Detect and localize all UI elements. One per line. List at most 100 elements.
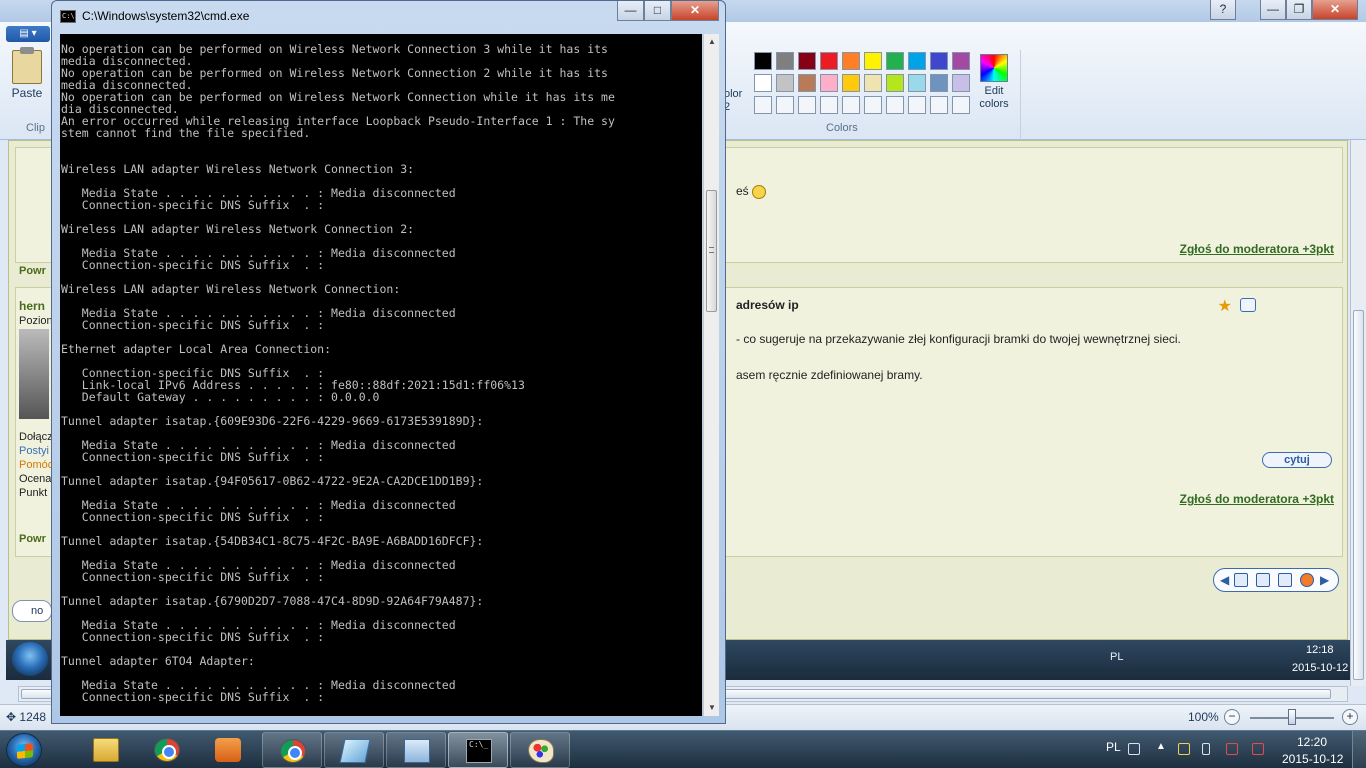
cmd-app-icon[interactable]: C:\ — [60, 10, 76, 23]
cmd-window: C:\ C:\Windows\system32\cmd.exe — □ ✕ No… — [51, 0, 726, 724]
back-link-2[interactable]: Powr — [19, 533, 46, 545]
zoom-out-button[interactable]: − — [1224, 709, 1240, 725]
report-moderator-link-1[interactable]: Zgłoś do moderatora +3pkt — [1180, 242, 1334, 256]
cmd-close-button[interactable]: ✕ — [671, 1, 719, 21]
forum-status-button[interactable]: no — [12, 600, 52, 622]
paint-close-button[interactable]: ✕ — [1312, 0, 1358, 20]
clock-date[interactable]: 2015-10-12 — [1282, 752, 1343, 766]
show-hidden-icons-icon[interactable]: ▲ — [1156, 741, 1166, 752]
color-swatch[interactable] — [952, 52, 970, 70]
scroll-up-arrow-icon[interactable]: ▲ — [704, 34, 720, 50]
tray-language[interactable]: PL — [1106, 740, 1121, 754]
user-points-label: Punkt — [19, 487, 48, 499]
color2-label[interactable]: olor 2 — [724, 88, 742, 114]
color-swatch[interactable] — [820, 96, 838, 114]
edit-colors-button[interactable]: Edit colors — [976, 52, 1012, 111]
color-swatch[interactable] — [952, 96, 970, 114]
color-swatch[interactable] — [952, 74, 970, 92]
cmd-minimize-button[interactable]: — — [617, 1, 644, 21]
cmd-titlebar[interactable]: C:\ C:\Windows\system32\cmd.exe — □ ✕ — [52, 1, 725, 31]
cmd-output-line: Tunnel adapter isatap.{94F05617-0B62-472… — [61, 474, 484, 488]
scroll-down-arrow-icon[interactable]: ▼ — [704, 700, 720, 716]
back-link-1[interactable]: Powr — [19, 265, 46, 277]
taskbar-remote-desktop[interactable] — [386, 732, 446, 768]
taskbar-media-player[interactable] — [198, 732, 258, 768]
color-swatch[interactable] — [886, 74, 904, 92]
quote-icon[interactable] — [1240, 298, 1256, 312]
color-swatch[interactable] — [842, 52, 860, 70]
color-swatch[interactable] — [798, 52, 816, 70]
print-icon[interactable] — [1256, 573, 1270, 587]
clock-time[interactable]: 12:20 — [1297, 735, 1327, 749]
info-icon[interactable] — [1278, 573, 1292, 587]
start-button[interactable] — [6, 733, 42, 767]
keyboard-icon[interactable] — [1128, 743, 1140, 755]
color-swatch[interactable] — [798, 74, 816, 92]
color-swatch[interactable] — [930, 74, 948, 92]
color-swatch[interactable] — [908, 52, 926, 70]
show-desktop-button[interactable] — [1352, 731, 1366, 768]
mail-icon[interactable] — [1234, 573, 1248, 587]
report-moderator-link-2[interactable]: Zgłoś do moderatora +3pkt — [1180, 492, 1334, 506]
volume-muted-icon[interactable] — [1252, 743, 1264, 755]
paint-minimize-button[interactable]: — — [1260, 0, 1286, 20]
battery-icon[interactable] — [1202, 743, 1210, 755]
minimize-icon: — — [1267, 2, 1279, 16]
taskbar-paint[interactable] — [510, 732, 570, 768]
color-swatch[interactable] — [754, 74, 772, 92]
cmd-scroll-thumb[interactable] — [706, 190, 717, 312]
taskbar-cmd[interactable]: C:\_ — [448, 732, 508, 768]
color-swatch[interactable] — [754, 52, 772, 70]
color-swatch[interactable] — [776, 74, 794, 92]
cmd-vertical-scrollbar[interactable]: ▲ ▼ — [703, 34, 719, 716]
quote-button[interactable]: cytuj — [1262, 452, 1332, 468]
zoom-in-button[interactable]: + — [1342, 709, 1358, 725]
color-swatch[interactable] — [908, 96, 926, 114]
star-icon: ★ — [1217, 298, 1232, 315]
color-swatch[interactable] — [908, 74, 926, 92]
cmd-console[interactable]: No operation can be performed on Wireles… — [60, 34, 702, 716]
color-swatch[interactable] — [886, 52, 904, 70]
taskbar-chrome-pinned[interactable] — [137, 732, 197, 768]
color-swatch[interactable] — [930, 96, 948, 114]
paint-maximize-button[interactable]: ❐ — [1286, 0, 1312, 20]
paint-vertical-scrollbar[interactable] — [1350, 140, 1366, 686]
prev-arrow-icon[interactable]: ◀ — [1220, 573, 1234, 587]
taskbar-chrome-window[interactable] — [262, 732, 322, 768]
next-arrow-icon[interactable]: ▶ — [1320, 573, 1334, 587]
color-swatch[interactable] — [930, 52, 948, 70]
color-swatch[interactable] — [820, 52, 838, 70]
cmd-maximize-button[interactable]: □ — [644, 1, 671, 21]
color-swatch[interactable] — [864, 74, 882, 92]
color-swatch[interactable] — [820, 74, 838, 92]
color-swatch[interactable] — [864, 96, 882, 114]
cmd-output-line: Connection-specific DNS Suffix . : — [61, 450, 325, 464]
paint-help-button[interactable]: ? — [1210, 0, 1236, 20]
cmd-output-line: Wireless LAN adapter Wireless Network Co… — [61, 222, 415, 236]
cmd-output-line: Wireless LAN adapter Wireless Network Co… — [61, 282, 401, 296]
paint-file-menu-button[interactable]: ▤ ▾ — [6, 26, 50, 42]
taskbar-notepad[interactable] — [324, 732, 384, 768]
target-icon[interactable] — [1300, 573, 1314, 587]
move-icon: ✥ — [6, 710, 17, 724]
clipboard-icon — [12, 47, 42, 84]
color-swatch[interactable] — [776, 96, 794, 114]
color-swatch[interactable] — [886, 96, 904, 114]
color-swatch[interactable] — [776, 52, 794, 70]
color-swatch[interactable] — [798, 96, 816, 114]
color-swatch[interactable] — [864, 52, 882, 70]
network-disconnected-icon[interactable] — [1226, 743, 1238, 755]
color-swatch[interactable] — [842, 96, 860, 114]
taskbar-explorer[interactable] — [76, 732, 136, 768]
color-swatch[interactable] — [754, 96, 772, 114]
zoom-level: 100% — [1188, 710, 1219, 724]
post-text-fragment: eś — [736, 184, 767, 199]
cmd-output-line: Tunnel adapter 6TO4 Adapter: — [61, 654, 255, 668]
action-center-flag-icon[interactable] — [1178, 743, 1190, 755]
color-swatch[interactable] — [842, 74, 860, 92]
zoom-slider-thumb[interactable] — [1288, 709, 1296, 725]
cmd-window-title: C:\Windows\system32\cmd.exe — [82, 9, 250, 23]
paint-vertical-scroll-thumb[interactable] — [1353, 310, 1364, 680]
paste-button[interactable]: Paste — [6, 47, 48, 128]
colors-group-label: Colors — [826, 122, 858, 134]
